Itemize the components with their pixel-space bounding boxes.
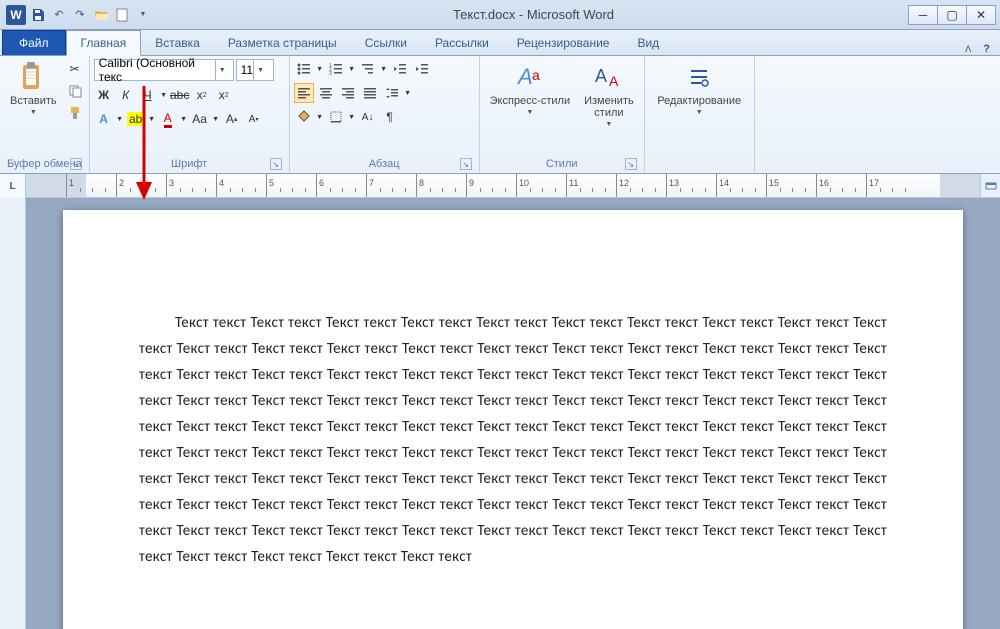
multilevel-button[interactable]: [358, 59, 378, 79]
superscript-button[interactable]: x2: [214, 85, 234, 105]
clipboard-launcher-icon[interactable]: ↘: [70, 158, 82, 170]
help-icon[interactable]: ?: [983, 43, 990, 55]
shading-button[interactable]: [294, 107, 314, 127]
shading-dd-icon[interactable]: ▼: [316, 107, 324, 127]
tab-рассылки[interactable]: Рассылки: [421, 31, 503, 55]
decrease-indent-button[interactable]: [390, 59, 410, 79]
font-size-combo[interactable]: 11▼: [236, 59, 274, 81]
font-family-combo[interactable]: Calibri (Основной текс▼: [94, 59, 234, 81]
minimize-button[interactable]: ─: [908, 5, 938, 25]
increase-indent-button[interactable]: [412, 59, 432, 79]
ribbon-tabs: Файл ГлавнаяВставкаРазметка страницыСсыл…: [0, 30, 1000, 56]
font-color-dd-icon[interactable]: ▼: [180, 109, 188, 129]
multilevel-dd-icon[interactable]: ▼: [380, 59, 388, 79]
new-icon[interactable]: [113, 6, 131, 24]
highlight-dd-icon[interactable]: ▼: [148, 109, 156, 129]
group-label-clipboard: Буфер обмена↘: [4, 156, 85, 173]
borders-dd-icon[interactable]: ▼: [348, 107, 356, 127]
bold-button[interactable]: Ж: [94, 85, 114, 105]
group-clipboard: Вставить ▼ ✂ Буфер обмена↘: [0, 56, 90, 173]
svg-text:3: 3: [329, 71, 332, 75]
svg-text:A: A: [595, 66, 607, 86]
bullets-dd-icon[interactable]: ▼: [316, 59, 324, 79]
tab-рецензирование[interactable]: Рецензирование: [503, 31, 624, 55]
borders-button[interactable]: [326, 107, 346, 127]
svg-text:a: a: [532, 67, 540, 83]
tab-selector[interactable]: L: [0, 174, 26, 198]
group-label-editing: [649, 156, 750, 173]
close-button[interactable]: ✕: [966, 5, 996, 25]
bullets-button[interactable]: [294, 59, 314, 79]
work-area: Текст текст Текст текст Текст текст Текс…: [0, 198, 1000, 629]
tab-вид[interactable]: Вид: [623, 31, 673, 55]
group-label-styles: Стили↘: [484, 156, 640, 173]
change-case-button[interactable]: Aa: [190, 109, 210, 129]
show-marks-button[interactable]: ¶: [380, 107, 400, 127]
qat-customize-icon[interactable]: ▼: [134, 6, 152, 24]
numbering-dd-icon[interactable]: ▼: [348, 59, 356, 79]
group-label-font: Шрифт↘: [94, 156, 285, 173]
paragraph-launcher-icon[interactable]: ↘: [460, 158, 472, 170]
document-page[interactable]: Текст текст Текст текст Текст текст Текс…: [63, 210, 963, 629]
text-effects-button[interactable]: A: [94, 109, 114, 129]
group-editing: Редактирование ▼: [645, 56, 755, 173]
shrink-font-button[interactable]: A▾: [244, 109, 264, 129]
line-spacing-button[interactable]: [382, 83, 402, 103]
numbering-button[interactable]: 123: [326, 59, 346, 79]
sort-button[interactable]: A↓: [358, 107, 378, 127]
quick-access-toolbar: W ↶ ↷ ▼: [0, 5, 158, 25]
tab-главная[interactable]: Главная: [66, 30, 142, 56]
save-icon[interactable]: [29, 6, 47, 24]
italic-button[interactable]: К: [116, 85, 136, 105]
line-spacing-dd-icon[interactable]: ▼: [404, 83, 412, 103]
maximize-button[interactable]: ▢: [937, 5, 967, 25]
group-paragraph: ▼ 123 ▼ ▼ ▼ ▼: [290, 56, 480, 173]
group-label-paragraph: Абзац↘: [294, 156, 475, 173]
subscript-button[interactable]: x2: [192, 85, 212, 105]
document-text[interactable]: Текст текст Текст текст Текст текст Текс…: [139, 310, 887, 570]
align-center-button[interactable]: [316, 83, 336, 103]
word-app-icon[interactable]: W: [6, 5, 26, 25]
styles-launcher-icon[interactable]: ↘: [625, 158, 637, 170]
ruler-horizontal[interactable]: L 1234567891011121314151617: [0, 174, 1000, 198]
cut-icon[interactable]: ✂: [65, 59, 85, 79]
font-color-button[interactable]: A: [158, 109, 178, 129]
change-case-dd-icon[interactable]: ▼: [212, 109, 220, 129]
ruler-toggle-icon[interactable]: [980, 174, 1000, 197]
grow-font-button[interactable]: A▴: [222, 109, 242, 129]
underline-dd-icon[interactable]: ▼: [160, 85, 168, 105]
window-controls: ─ ▢ ✕: [909, 5, 996, 25]
group-styles: Aa Экспресс-стили ▼ AA Изменить стили ▼ …: [480, 56, 645, 173]
quick-styles-button[interactable]: Aa Экспресс-стили ▼: [484, 59, 576, 118]
highlight-button[interactable]: ab: [126, 109, 146, 129]
redo-icon[interactable]: ↷: [71, 6, 89, 24]
copy-icon[interactable]: [65, 81, 85, 101]
ribbon-minimize-icon[interactable]: ᐱ: [965, 44, 971, 55]
align-right-button[interactable]: [338, 83, 358, 103]
svg-text:A: A: [516, 64, 533, 89]
ruler-vertical[interactable]: [0, 198, 26, 629]
align-justify-button[interactable]: [360, 83, 380, 103]
window-title: Текст.docx - Microsoft Word: [158, 7, 909, 22]
open-icon[interactable]: [92, 6, 110, 24]
format-painter-icon[interactable]: [65, 103, 85, 123]
editing-button[interactable]: Редактирование ▼: [651, 59, 747, 156]
title-bar: W ↶ ↷ ▼ Текст.docx - Microsoft Word ─ ▢ …: [0, 0, 1000, 30]
underline-button[interactable]: Ч: [138, 85, 158, 105]
align-left-button[interactable]: [294, 83, 314, 103]
file-tab[interactable]: Файл: [2, 30, 66, 55]
text-effects-dd-icon[interactable]: ▼: [116, 109, 124, 129]
change-styles-button[interactable]: AA Изменить стили ▼: [578, 59, 640, 130]
font-launcher-icon[interactable]: ↘: [270, 158, 282, 170]
strikethrough-button[interactable]: abc: [170, 85, 190, 105]
svg-text:A: A: [609, 73, 619, 89]
tab-разметка страницы[interactable]: Разметка страницы: [214, 31, 351, 55]
undo-icon[interactable]: ↶: [50, 6, 68, 24]
tab-ссылки[interactable]: Ссылки: [351, 31, 421, 55]
paste-button[interactable]: Вставить ▼: [4, 59, 63, 156]
group-font: Calibri (Основной текс▼ 11▼ Ж К Ч ▼ abc …: [90, 56, 290, 173]
tab-вставка[interactable]: Вставка: [141, 31, 214, 55]
document-scroll[interactable]: Текст текст Текст текст Текст текст Текс…: [26, 198, 1000, 629]
ribbon: Вставить ▼ ✂ Буфер обмена↘ Calibri (Осно…: [0, 56, 1000, 174]
